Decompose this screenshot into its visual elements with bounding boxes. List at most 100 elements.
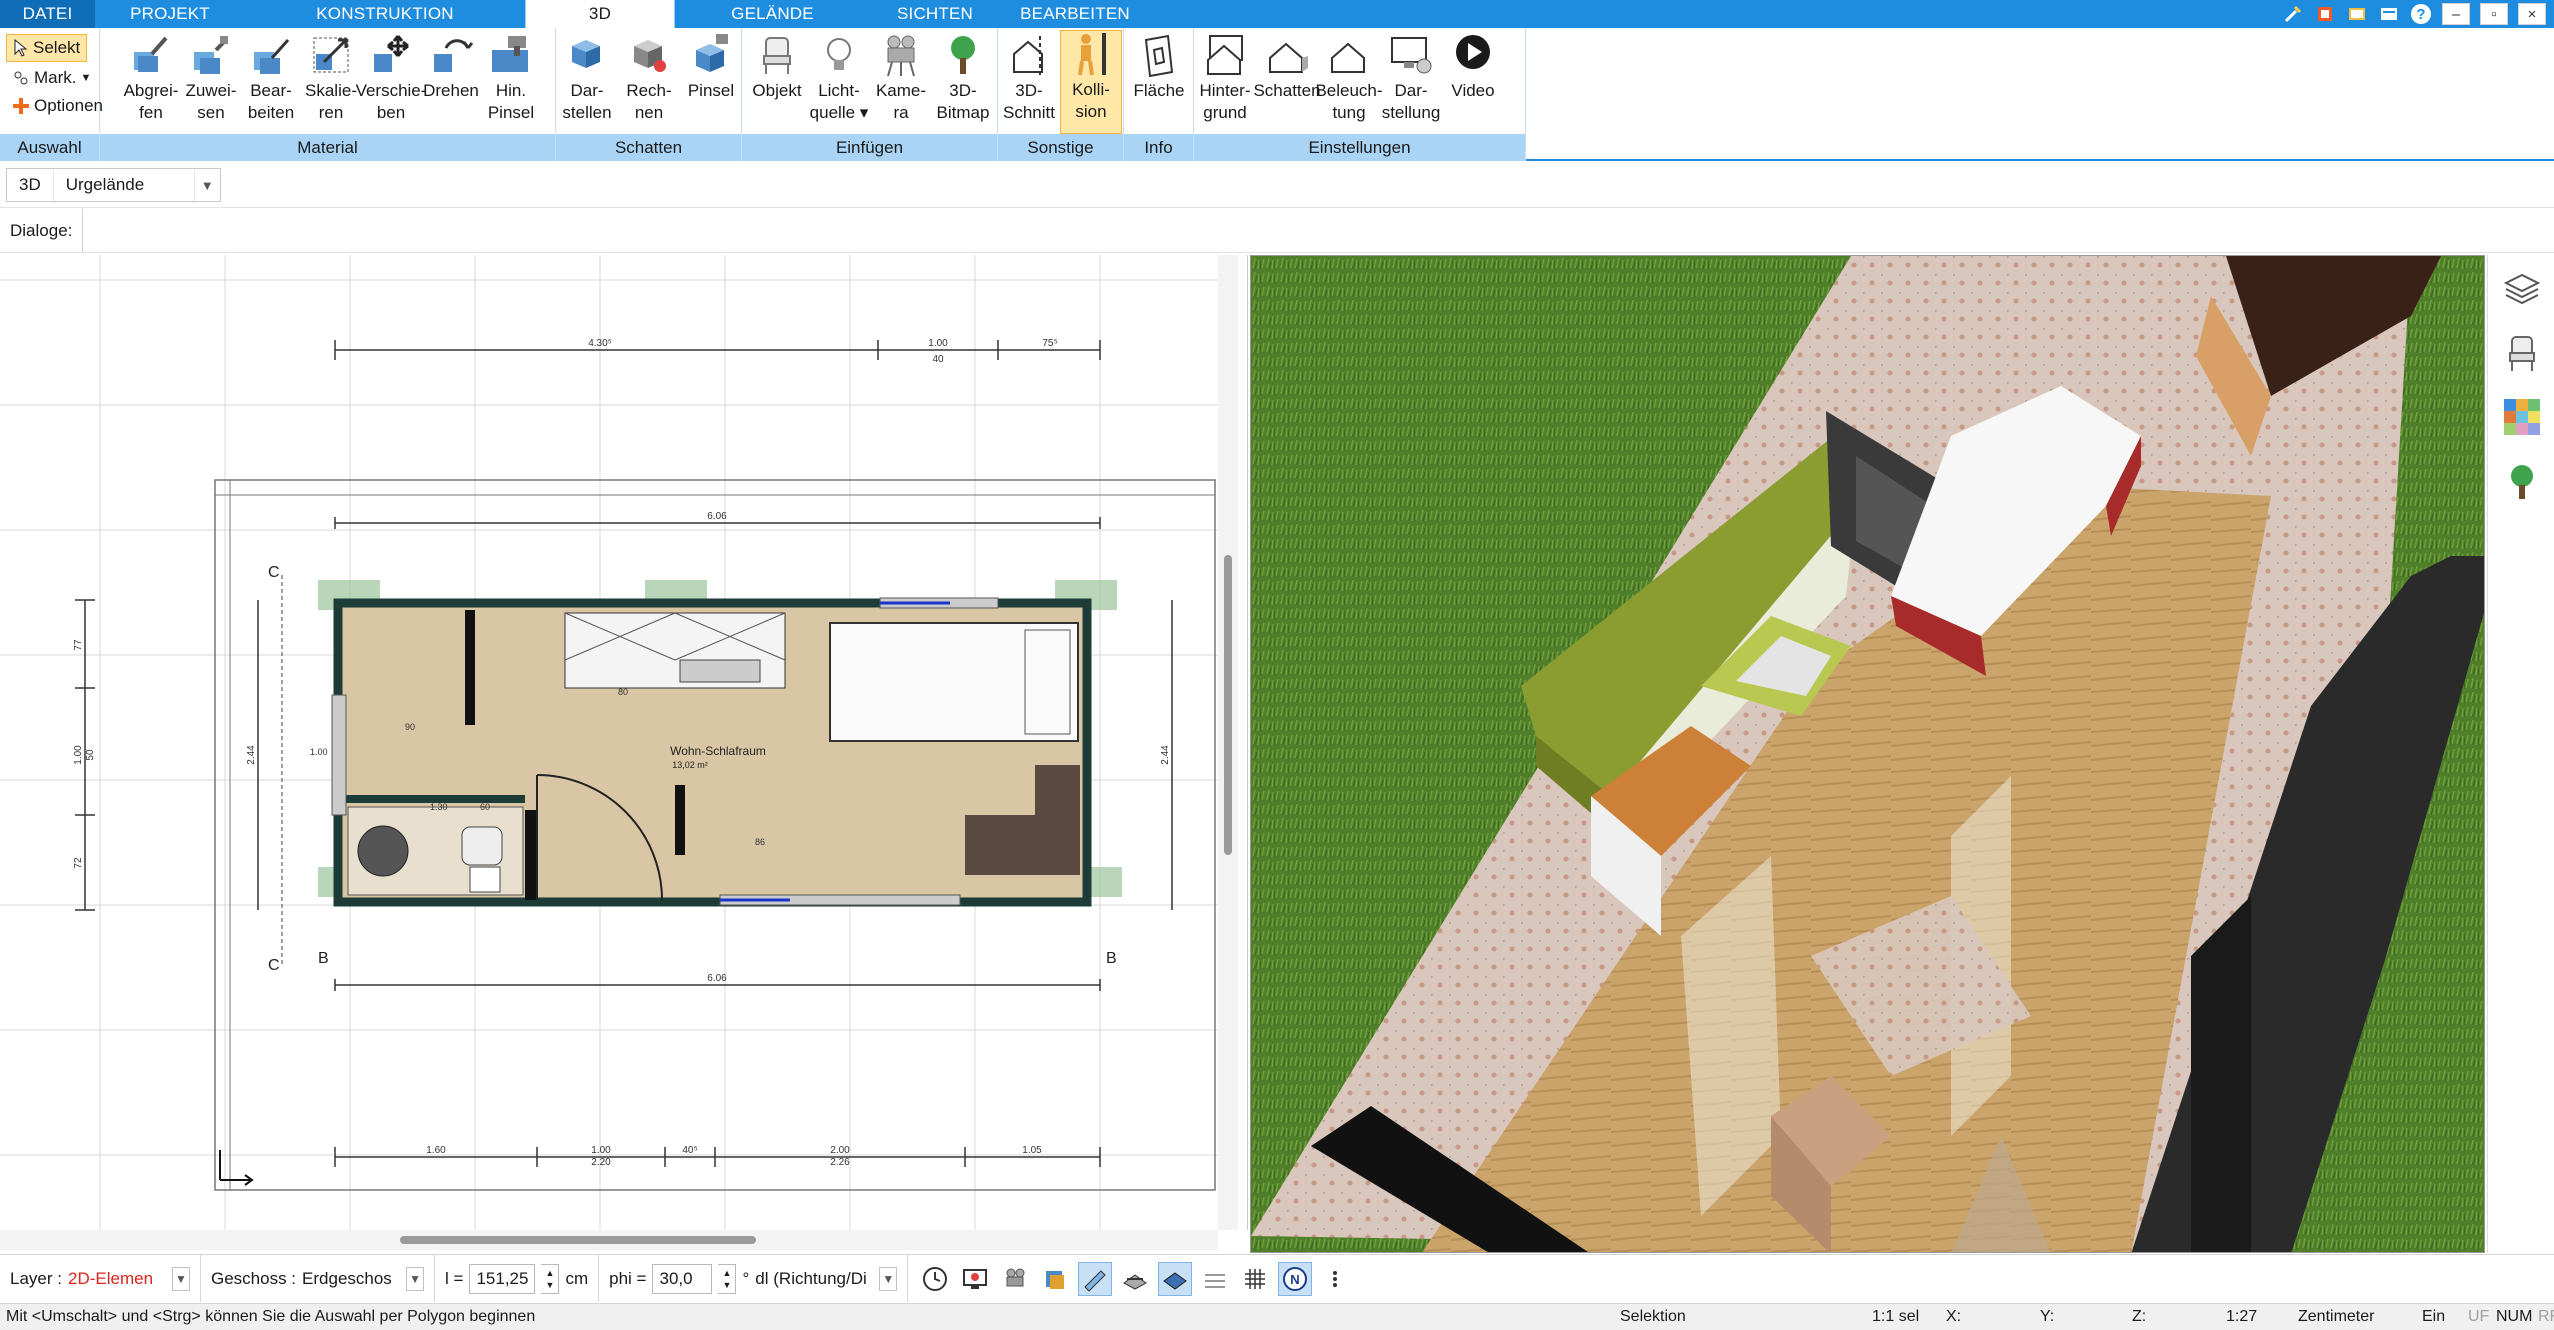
chevron-down-icon[interactable]: ▼ [879,1266,898,1291]
spin-up-icon[interactable]: ▲ [546,1267,555,1279]
spin-down-icon[interactable]: ▼ [723,1279,732,1291]
restore-button[interactable]: ▫ [2480,3,2508,25]
app-icon-3[interactable] [2378,3,2400,25]
flaeche-button[interactable]: Fläche [1128,32,1190,102]
scroll-thumb[interactable] [400,1236,756,1244]
group-label-sonstige: Sonstige [998,134,1123,161]
spin-up-icon[interactable]: ▲ [723,1267,732,1279]
kollision-button[interactable]: Kolli-sion [1060,30,1122,134]
layer-select[interactable]: 2D-Elemen ▼ [67,1266,190,1291]
north-icon[interactable]: N [1278,1261,1313,1296]
phi-input[interactable]: 30,0 [652,1263,713,1294]
geschoss-select[interactable]: Erdgeschos ▼ [302,1266,425,1291]
chevron-down-icon: ▼ [80,72,92,84]
tab-sichten[interactable]: SICHTEN [870,0,1000,28]
app-icon-2[interactable] [2346,3,2368,25]
monitor-red-icon[interactable] [958,1262,992,1296]
lichtquelle-button[interactable]: Licht-quelle ▾ [808,32,870,124]
beleuchtung-button[interactable]: Beleuch-tung [1315,32,1383,124]
grid-icon[interactable] [1238,1262,1272,1296]
phi-field: phi = 30,0 ▲ ▼ ° dl (Richtung/Di ▼ [599,1255,909,1302]
tab-3d[interactable]: 3D [525,0,675,28]
geschoss-value: Erdgeschos [302,1268,392,1288]
wall-snap-icon[interactable] [1118,1262,1152,1296]
plan-vertical-scrollbar[interactable] [1218,255,1238,1230]
status-hint: Mit <Umschalt> und <Strg> können Sie die… [6,1308,536,1325]
chevron-down-icon[interactable]: ▼ [171,1266,190,1291]
edit-material-icon [254,39,290,74]
plants-tree-icon[interactable] [2502,461,2542,501]
selekt-button[interactable]: Selekt [6,34,88,62]
dim-top-4: 75⁵ [1042,338,1057,349]
misc-dim-3: 80 [618,687,628,697]
plan-horizontal-scrollbar[interactable] [0,1230,1218,1250]
ribbon: Selekt Mark. ▼ Optionen Auswahl Abgrei-fe… [0,28,2554,161]
materials-palette-icon[interactable] [2502,397,2542,437]
room-label: Wohn-Schlafraum [670,744,766,758]
area-icon [1144,34,1174,78]
schatten-einstellung-button[interactable]: Schatten [1253,32,1321,102]
more-options-icon[interactable] [1318,1262,1352,1296]
terrain-select[interactable]: 3D Urgelände ▼ [6,168,221,202]
schatten-darstellen-button[interactable]: Dar-stellen [556,32,618,124]
phi-spinner[interactable]: ▲ ▼ [718,1263,737,1294]
abgreifen-button[interactable]: Abgrei-fen [120,32,182,124]
section-b-right: B [1106,950,1117,967]
minimize-button[interactable]: – [2442,3,2470,25]
schatten-rechnen-button[interactable]: Rech-nen [618,32,680,124]
plane-snap-icon[interactable] [1158,1261,1193,1296]
chevron-down-icon[interactable]: ▼ [406,1266,425,1291]
right-side-toolbar [2487,255,2554,1253]
3d-bitmap-button[interactable]: 3D- Bitmap [932,32,994,124]
zuweisen-button[interactable]: Zuwei-sen [180,32,242,124]
scale-icon [313,37,349,73]
camera-small-icon[interactable] [998,1262,1032,1296]
house-shadow-icon [1269,42,1308,73]
layers-icon[interactable] [2502,269,2542,309]
shadow-calc-icon [634,40,666,72]
pencil-ruler-icon[interactable] [1078,1261,1113,1296]
layer-value: 2D-Elemen [67,1268,154,1288]
bearbeiten-material-button[interactable]: Bear-beiten [240,32,302,124]
video-button[interactable]: Video [1442,32,1504,102]
kamera-button[interactable]: Kame-ra [870,32,932,124]
optionen-button[interactable]: Optionen [6,92,109,120]
skalieren-button[interactable]: Skalie-ren [300,32,362,124]
house-light-icon [1331,42,1365,73]
tab-datei[interactable]: DATEI [0,0,95,28]
3d-schnitt-button[interactable]: 3D- Schnitt [998,32,1060,124]
hin-pinsel-button[interactable]: Hin. Pinsel [480,32,542,124]
chevron-down-icon[interactable]: ▼ [193,169,220,201]
dl-select[interactable]: dl (Richtung/Di ▼ [755,1266,898,1291]
app-icon-1[interactable] [2314,3,2336,25]
status-mode: Selektion [1620,1308,1686,1325]
close-button[interactable]: × [2518,3,2546,25]
help-icon[interactable]: ? [2410,3,2432,25]
floorplan-2d-view[interactable]: 4.30⁵ 1.00 40 75⁵ 6.06 6.06 1.60 1.00 2.… [0,255,1248,1230]
length-input[interactable]: 151,25 [469,1263,536,1294]
scroll-thumb[interactable] [1224,555,1232,855]
tools-icon[interactable] [2282,3,2304,25]
tab-bearbeiten[interactable]: BEARBEITEN [1000,0,1150,28]
misc-dim-5: 1.30 [430,802,448,812]
surface-icon[interactable] [1198,1262,1232,1296]
mark-button[interactable]: Mark. ▼ [6,64,97,92]
objekt-button[interactable]: Objekt [746,32,808,102]
tab-konstruktion[interactable]: KONSTRUKTION [245,0,525,28]
darstellung-button[interactable]: Dar-stellung [1380,32,1442,124]
group-label-einfuegen: Einfügen [742,134,997,161]
clock-icon[interactable] [918,1262,952,1296]
spin-down-icon[interactable]: ▼ [546,1279,555,1291]
group-label-auswahl: Auswahl [0,134,99,161]
drehen-button[interactable]: Drehen [420,32,482,102]
tab-gelaende[interactable]: GELÄNDE [675,0,870,28]
verschieben-button[interactable]: Verschie-ben [356,32,426,124]
box-object-icon[interactable] [1038,1262,1072,1296]
furniture-icon[interactable] [2502,333,2542,373]
monitor-settings-icon [1391,37,1432,74]
length-spinner[interactable]: ▲ ▼ [541,1263,560,1294]
tab-projekt[interactable]: PROJEKT [95,0,245,28]
hintergrund-button[interactable]: Hinter-grund [1194,32,1256,124]
schatten-pinsel-button[interactable]: Pinsel [680,32,742,102]
3d-view[interactable] [1250,255,2485,1253]
